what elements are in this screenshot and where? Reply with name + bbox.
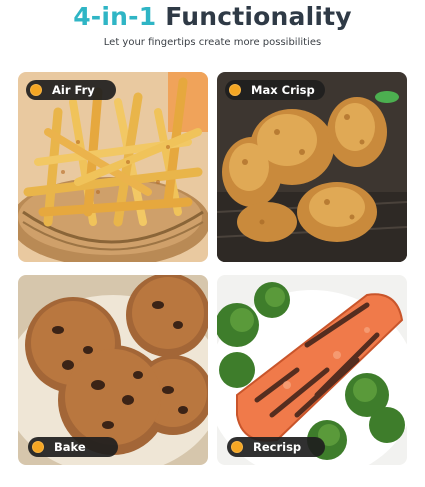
- title-accent: 4-in-1: [73, 2, 157, 31]
- title-rest: Functionality: [165, 2, 352, 31]
- status-dot-icon: [32, 441, 44, 453]
- page-title: 4-in-1 Functionality: [0, 2, 425, 31]
- card-max-crisp: Max Crisp: [217, 72, 407, 262]
- mode-label-max-crisp: Max Crisp: [225, 80, 325, 100]
- status-dot-icon: [231, 441, 243, 453]
- french-fries-image: [18, 72, 208, 262]
- status-dot-icon: [30, 84, 42, 96]
- status-dot-icon: [229, 84, 241, 96]
- mode-label-text: Air Fry: [52, 83, 95, 97]
- card-recrisp: Recrisp: [217, 275, 407, 465]
- mode-label-air-fry: Air Fry: [26, 80, 116, 100]
- card-bake: Bake: [18, 275, 208, 465]
- mode-label-text: Recrisp: [253, 440, 302, 454]
- mode-label-text: Max Crisp: [251, 83, 315, 97]
- page-subtitle: Let your fingertips create more possibil…: [103, 37, 322, 48]
- card-air-fry: Air Fry: [18, 72, 208, 262]
- mode-label-bake: Bake: [28, 437, 118, 457]
- mode-label-text: Bake: [54, 440, 86, 454]
- fried-chicken-image: [217, 72, 407, 262]
- mode-label-recrisp: Recrisp: [227, 437, 325, 457]
